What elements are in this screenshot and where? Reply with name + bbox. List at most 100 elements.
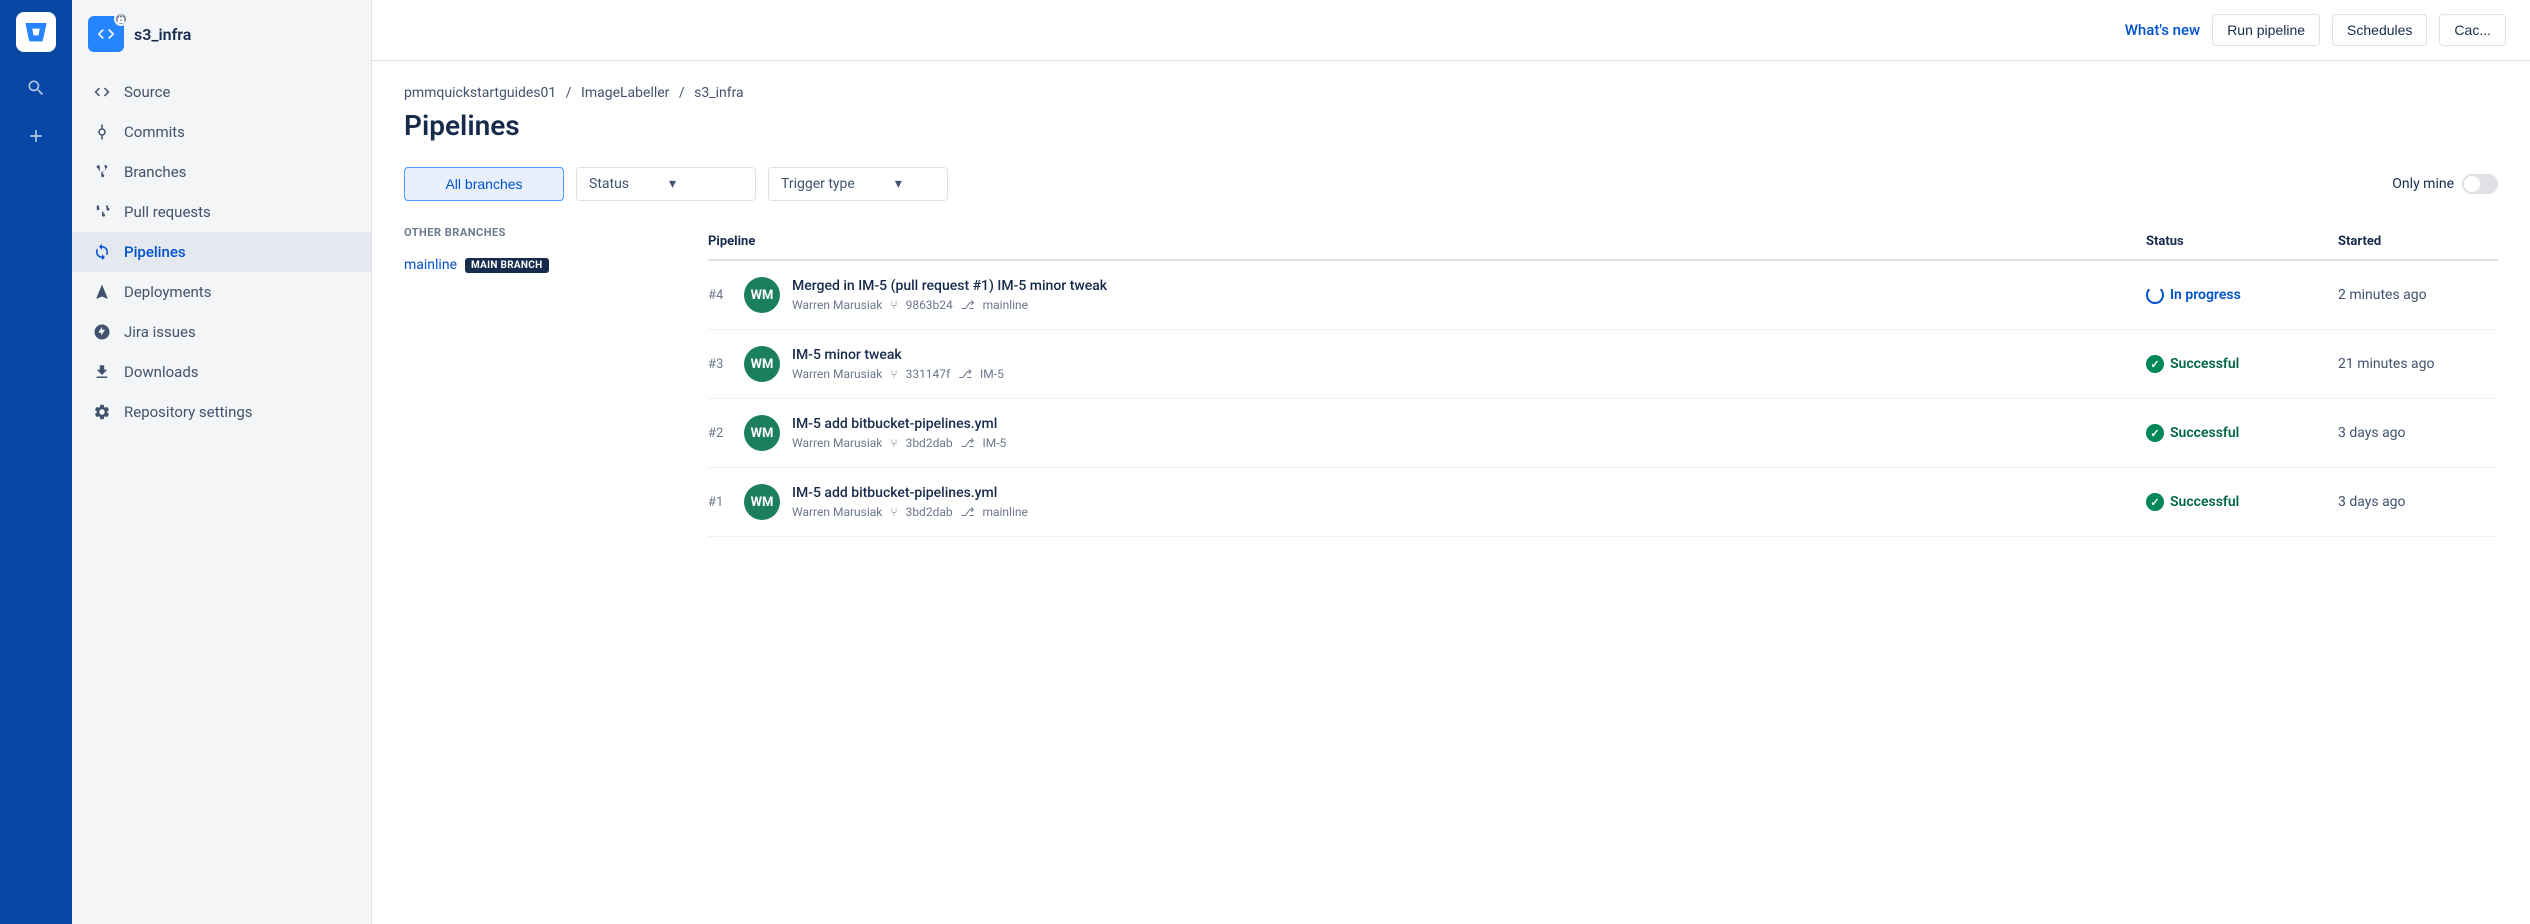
avatar-3: WM (744, 346, 780, 382)
status-filter-label: Status (589, 176, 629, 192)
pipeline-info-4: #4 WM Merged in IM-5 (pull request #1) I… (708, 277, 2134, 313)
sidebar-item-label-commits: Commits (124, 123, 185, 141)
author-4: Warren Marusiak (792, 298, 882, 312)
status-icon-2: ✓ (2146, 424, 2164, 442)
caches-button[interactable]: Cac... (2439, 14, 2506, 46)
trigger-type-filter[interactable]: Trigger type ▾ (768, 167, 948, 201)
topbar: What's new Run pipeline Schedules Cac... (372, 0, 2530, 61)
sidebar-item-branches[interactable]: Branches (72, 152, 371, 192)
pipeline-meta-2: Warren Marusiak ⑂ 3bd2dab ⎇ IM-5 (792, 436, 2134, 450)
status-cell-1: ✓ Successful (2146, 493, 2326, 511)
th-started: Started (2338, 234, 2498, 249)
avatar-2: WM (744, 415, 780, 451)
pipeline-title-4[interactable]: Merged in IM-5 (pull request #1) IM-5 mi… (792, 278, 2134, 294)
main-branch-badge: MAIN BRANCH (465, 258, 549, 273)
breadcrumb-repo[interactable]: s3_infra (694, 85, 744, 101)
pipeline-title-3[interactable]: IM-5 minor tweak (792, 347, 2134, 363)
breadcrumb-sep1: / (566, 85, 575, 101)
sidebar-item-commits[interactable]: Commits (72, 112, 371, 152)
status-label-1: Successful (2170, 494, 2239, 510)
create-icon-rail[interactable] (16, 116, 56, 156)
pipeline-details-2: IM-5 add bitbucket-pipelines.yml Warren … (792, 416, 2134, 450)
status-cell-3: ✓ Successful (2146, 355, 2326, 373)
avatar-initials-4: WM (751, 288, 774, 303)
main-content: What's new Run pipeline Schedules Cac...… (372, 0, 2530, 924)
all-branches-button[interactable]: All branches (404, 167, 564, 201)
toggle-knob (2464, 176, 2480, 192)
sidebar-item-label-jira-issues: Jira issues (124, 323, 196, 341)
branch-link-mainline[interactable]: mainline (404, 257, 457, 273)
filters-row: All branches Status ▾ Trigger type ▾ Onl… (404, 166, 2498, 202)
sidebar-item-label-downloads: Downloads (124, 363, 199, 381)
source-icon (92, 82, 112, 102)
commit-3: 331147f (906, 367, 951, 381)
started-1: 3 days ago (2338, 494, 2498, 510)
branch-icon-3: ⎇ (958, 367, 972, 381)
breadcrumb-org[interactable]: pmmquickstartguides01 (404, 85, 556, 101)
pipeline-info-3: #3 WM IM-5 minor tweak Warren Marusiak ⑂… (708, 346, 2134, 382)
sidebar-item-repository-settings[interactable]: Repository settings (72, 392, 371, 432)
status-label-2: Successful (2170, 425, 2239, 441)
sidebar-item-label-pipelines: Pipelines (124, 243, 186, 261)
sidebar-item-label-source: Source (124, 83, 170, 101)
deployments-icon (92, 282, 112, 302)
status-cell-4: In progress (2146, 286, 2326, 304)
sidebar-item-downloads[interactable]: Downloads (72, 352, 371, 392)
commit-1: 3bd2dab (906, 505, 953, 519)
sidebar-item-deployments[interactable]: Deployments (72, 272, 371, 312)
status-filter[interactable]: Status ▾ (576, 167, 756, 201)
topbar-actions: What's new Run pipeline Schedules Cac... (2125, 14, 2506, 46)
pipeline-details-4: Merged in IM-5 (pull request #1) IM-5 mi… (792, 278, 2134, 312)
pull-requests-icon (92, 202, 112, 222)
commit-2: 3bd2dab (906, 436, 953, 450)
branch-2: IM-5 (982, 436, 1006, 450)
th-status: Status (2146, 234, 2326, 249)
sidebar-item-jira-issues[interactable]: Jira issues (72, 312, 371, 352)
commits-icon (92, 122, 112, 142)
table-row: #3 WM IM-5 minor tweak Warren Marusiak ⑂… (708, 330, 2498, 399)
sidebar-item-label-deployments: Deployments (124, 283, 211, 301)
repo-header: s3_infra (72, 16, 371, 72)
status-icon-3: ✓ (2146, 355, 2164, 373)
pipelines-icon (92, 242, 112, 262)
pipeline-title-2[interactable]: IM-5 add bitbucket-pipelines.yml (792, 416, 2134, 432)
sidebar-item-pipelines[interactable]: Pipelines (72, 232, 371, 272)
breadcrumb-group[interactable]: ImageLabeller (581, 85, 669, 101)
other-branches-label: OTHER BRANCHES (404, 226, 684, 239)
started-2: 3 days ago (2338, 425, 2498, 441)
commit-icon-1: ⑂ (890, 505, 897, 519)
pipeline-meta-4: Warren Marusiak ⑂ 9863b24 ⎇ mainline (792, 298, 2134, 312)
sidebar-item-pull-requests[interactable]: Pull requests (72, 192, 371, 232)
left-rail (0, 0, 72, 924)
author-2: Warren Marusiak (792, 436, 882, 450)
avatar-initials-2: WM (751, 426, 774, 441)
status-cell-2: ✓ Successful (2146, 424, 2326, 442)
run-pipeline-button[interactable]: Run pipeline (2212, 14, 2320, 46)
run-num-4: #4 (708, 288, 732, 303)
sidebar: s3_infra Source Commits Branches (72, 0, 372, 924)
sidebar-item-source[interactable]: Source (72, 72, 371, 112)
author-3: Warren Marusiak (792, 367, 882, 381)
branch-4: mainline (983, 298, 1028, 312)
avatar-initials-3: WM (751, 357, 774, 372)
branch-item-mainline[interactable]: mainline MAIN BRANCH (404, 251, 684, 279)
trigger-type-filter-label: Trigger type (781, 176, 855, 192)
avatar-1: WM (744, 484, 780, 520)
status-icon-4 (2146, 286, 2164, 304)
status-label-3: Successful (2170, 356, 2239, 372)
pipeline-title-1[interactable]: IM-5 add bitbucket-pipelines.yml (792, 485, 2134, 501)
run-num-3: #3 (708, 357, 732, 372)
breadcrumb-sep2: / (679, 85, 688, 101)
breadcrumb: pmmquickstartguides01 / ImageLabeller / … (404, 85, 2498, 101)
run-num-2: #2 (708, 426, 732, 441)
schedules-button[interactable]: Schedules (2332, 14, 2427, 46)
whats-new-link[interactable]: What's new (2125, 21, 2200, 39)
bitbucket-logo[interactable] (16, 12, 56, 52)
commit-icon-3: ⑂ (890, 367, 897, 381)
search-icon-rail[interactable] (16, 68, 56, 108)
avatar-4: WM (744, 277, 780, 313)
only-mine-switch[interactable] (2462, 174, 2498, 194)
repo-name: s3_infra (134, 25, 191, 44)
only-mine-toggle[interactable]: Only mine (2392, 166, 2498, 202)
lock-badge (114, 12, 128, 26)
